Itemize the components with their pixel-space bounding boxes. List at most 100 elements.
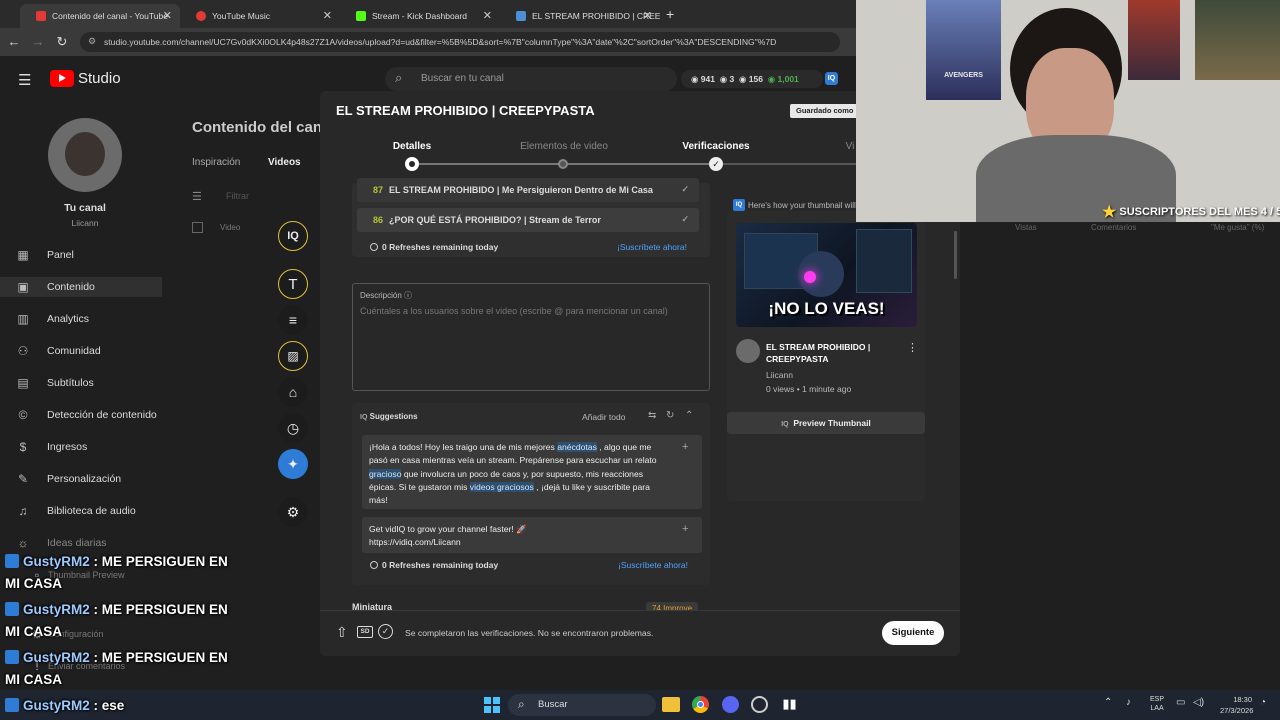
vidiq-stats-bar[interactable]: ◉ 941 ◉ 3 ◉ 156 ◉ 1,001 [681, 70, 823, 88]
network-icon[interactable]: ▭ [1176, 697, 1185, 708]
title-suggestion-2[interactable]: 86 ¿POR QUÉ ESTÁ PROHIBIDO? | Stream de T… [357, 208, 699, 232]
vidiq-icon: IQ [360, 414, 368, 421]
chrome-icon[interactable] [692, 696, 709, 713]
sidebar-item-personalizacion[interactable]: ✎ Personalización [16, 469, 121, 489]
microphone-icon[interactable]: ♪ [1126, 697, 1131, 708]
preview-thumbnail-button[interactable]: IQ Preview Thumbnail [727, 412, 925, 434]
check-icon: ✓ [709, 157, 723, 171]
subscribe-link-1[interactable]: ¡Suscríbete ahora! [617, 242, 687, 252]
browser-tab-video[interactable]: EL STREAM PROHIBIDO | CREEPYP ✕ [500, 4, 660, 28]
select-all-checkbox[interactable] [192, 222, 203, 233]
subs-banner-text: SUSCRIPTORES DEL MES 4 / 5 [1119, 206, 1280, 218]
community-icon: ⚇ [17, 344, 29, 358]
kick-badge-icon [5, 650, 19, 664]
back-icon[interactable]: ← [6, 34, 22, 49]
step-dot-elementos [558, 159, 568, 169]
add-icon[interactable]: + [682, 523, 688, 535]
step-elementos[interactable]: Elementos de video [504, 141, 624, 152]
sidebar-item-ingresos[interactable]: $ Ingresos [16, 437, 88, 457]
url-input[interactable]: ⚙ studio.youtube.com/channel/UC7Gv0dKXi0… [80, 32, 840, 52]
video-thumbnail[interactable]: ¡NO LO VEAS! [736, 223, 917, 327]
sidebar-item-label: Comunidad [47, 345, 101, 357]
obs-icon[interactable] [751, 696, 768, 713]
taskbar-search[interactable]: ⌕ Buscar [508, 694, 656, 716]
channel-search-input[interactable]: ⌕ Buscar en tu canal [385, 67, 677, 91]
new-tab-icon[interactable]: + [666, 6, 674, 22]
kick-badge-icon [5, 602, 19, 616]
filter-settings-icon[interactable]: ⇆ [648, 410, 656, 421]
notifications-icon[interactable]: ◔ [1260, 697, 1266, 708]
more-vert-icon[interactable]: ⋮ [907, 341, 918, 354]
preview-hint: Here's how your thumbnail will [748, 201, 856, 210]
sidebar-item-contenido[interactable]: ▣ Contenido [16, 277, 95, 297]
sidebar-item-analytics[interactable]: ▥ Analytics [16, 309, 89, 329]
sd-icon[interactable]: SD [357, 626, 373, 638]
suggestion-item-1[interactable]: ¡Hola a todos! Hoy les traigo una de mis… [362, 435, 702, 509]
check-circle-icon[interactable]: ✓ [378, 624, 393, 639]
menu-icon[interactable]: ☰ [18, 71, 31, 89]
close-tab-icon[interactable]: ✕ [483, 9, 492, 22]
upload-icon[interactable]: ⇧ [336, 624, 348, 641]
description-tool-button[interactable]: ≡ [278, 305, 308, 335]
forward-icon[interactable]: → [30, 34, 46, 49]
refresh-icon[interactable]: ↻ [666, 410, 674, 421]
tab-videos[interactable]: Videos [268, 157, 301, 168]
step-detalles[interactable]: Detalles [352, 141, 472, 152]
chat-message-2: GustyRM2 : ME PERSIGUEN EN MI CASA [5, 599, 245, 643]
file-explorer-icon[interactable] [662, 697, 680, 712]
image-icon: ▨ [287, 349, 299, 363]
chevron-up-icon[interactable]: ⌃ [1104, 697, 1112, 708]
modal-scrollbar[interactable] [954, 231, 957, 279]
sidebar-item-deteccion[interactable]: © Detección de contenido [16, 405, 157, 425]
chat-text: : ese [93, 698, 125, 713]
reload-icon[interactable]: ↻ [54, 34, 70, 50]
sidebar-item-panel[interactable]: ▦ Panel [16, 245, 74, 265]
browser-tab-kick[interactable]: Stream - Kick Dashboard ✕ [340, 4, 500, 28]
subscribe-link-2[interactable]: ¡Suscríbete ahora! [618, 560, 688, 570]
studio-logo-icon[interactable] [50, 70, 74, 87]
next-button[interactable]: Siguiente [882, 621, 944, 645]
thumbnail-tool-button[interactable]: ▨ [278, 341, 308, 371]
close-tab-icon[interactable]: ✕ [163, 9, 172, 22]
add-all-button[interactable]: Añadir todo [582, 412, 625, 422]
suggestion-score: 86 [373, 215, 384, 225]
title-suggestion-1[interactable]: 87 EL STREAM PROHIBIDO | Me Persiguieron … [357, 178, 699, 202]
site-info-icon[interactable]: ⚙ [88, 36, 96, 47]
tab-label: Contenido del canal - YouTube [52, 11, 168, 21]
title-tool-button[interactable]: T [278, 269, 308, 299]
filter-icon[interactable]: ☰ [192, 190, 202, 203]
step-verificaciones[interactable]: Verificaciones [656, 141, 776, 152]
volume-icon[interactable]: ◁) [1193, 697, 1204, 708]
vidiq-icon[interactable]: IQ [825, 72, 838, 85]
tab-inspiracion[interactable]: Inspiración [192, 157, 240, 168]
browser-tab-music[interactable]: YouTube Music ✕ [180, 4, 340, 28]
language-label-2: LAA [1150, 705, 1164, 712]
avatar[interactable] [48, 118, 122, 192]
tags-tool-button[interactable]: ⌂ [278, 377, 308, 407]
audio-app-icon[interactable]: ▮▮ [781, 696, 798, 713]
sidebar-item-subtitulos[interactable]: ▤ Subtítulos [16, 373, 93, 393]
help-icon[interactable]: ⓘ [404, 291, 412, 300]
clock[interactable]: 18:30 27/3/2026 [1220, 694, 1253, 716]
sparkle-icon: ✦ [287, 455, 299, 472]
vidiq-icon: IQ [781, 421, 789, 428]
sidebar-item-biblioteca[interactable]: ♫ Biblioteca de audio [16, 501, 136, 521]
history-tool-button[interactable]: ◷ [278, 413, 308, 443]
discord-icon[interactable] [722, 696, 739, 713]
sidebar-item-label: Panel [47, 249, 74, 261]
vidiq-tool-button[interactable]: IQ [278, 221, 308, 251]
ai-tool-button[interactable]: ✦ [278, 449, 308, 479]
sidebar-item-ideas[interactable]: ☼ Ideas diarias [16, 533, 107, 553]
close-tab-icon[interactable]: ✕ [643, 9, 652, 22]
close-tab-icon[interactable]: ✕ [323, 9, 332, 22]
description-field[interactable]: Descripción ⓘ Cuéntales a los usuarios s… [352, 283, 710, 391]
windows-start-icon[interactable] [484, 697, 500, 713]
add-icon[interactable]: + [682, 441, 688, 453]
suggestion-item-2[interactable]: Get vidIQ to grow your channel faster! 🚀… [362, 517, 702, 553]
chevron-up-icon[interactable]: ⌃ [685, 410, 693, 421]
settings-tool-button[interactable]: ⚙ [278, 497, 308, 527]
browser-tab-studio[interactable]: Contenido del canal - YouTube ✕ [20, 4, 180, 28]
language-indicator[interactable]: ESP LAA [1150, 695, 1164, 713]
sidebar-item-comunidad[interactable]: ⚇ Comunidad [16, 341, 101, 361]
circle-icon [370, 561, 378, 569]
